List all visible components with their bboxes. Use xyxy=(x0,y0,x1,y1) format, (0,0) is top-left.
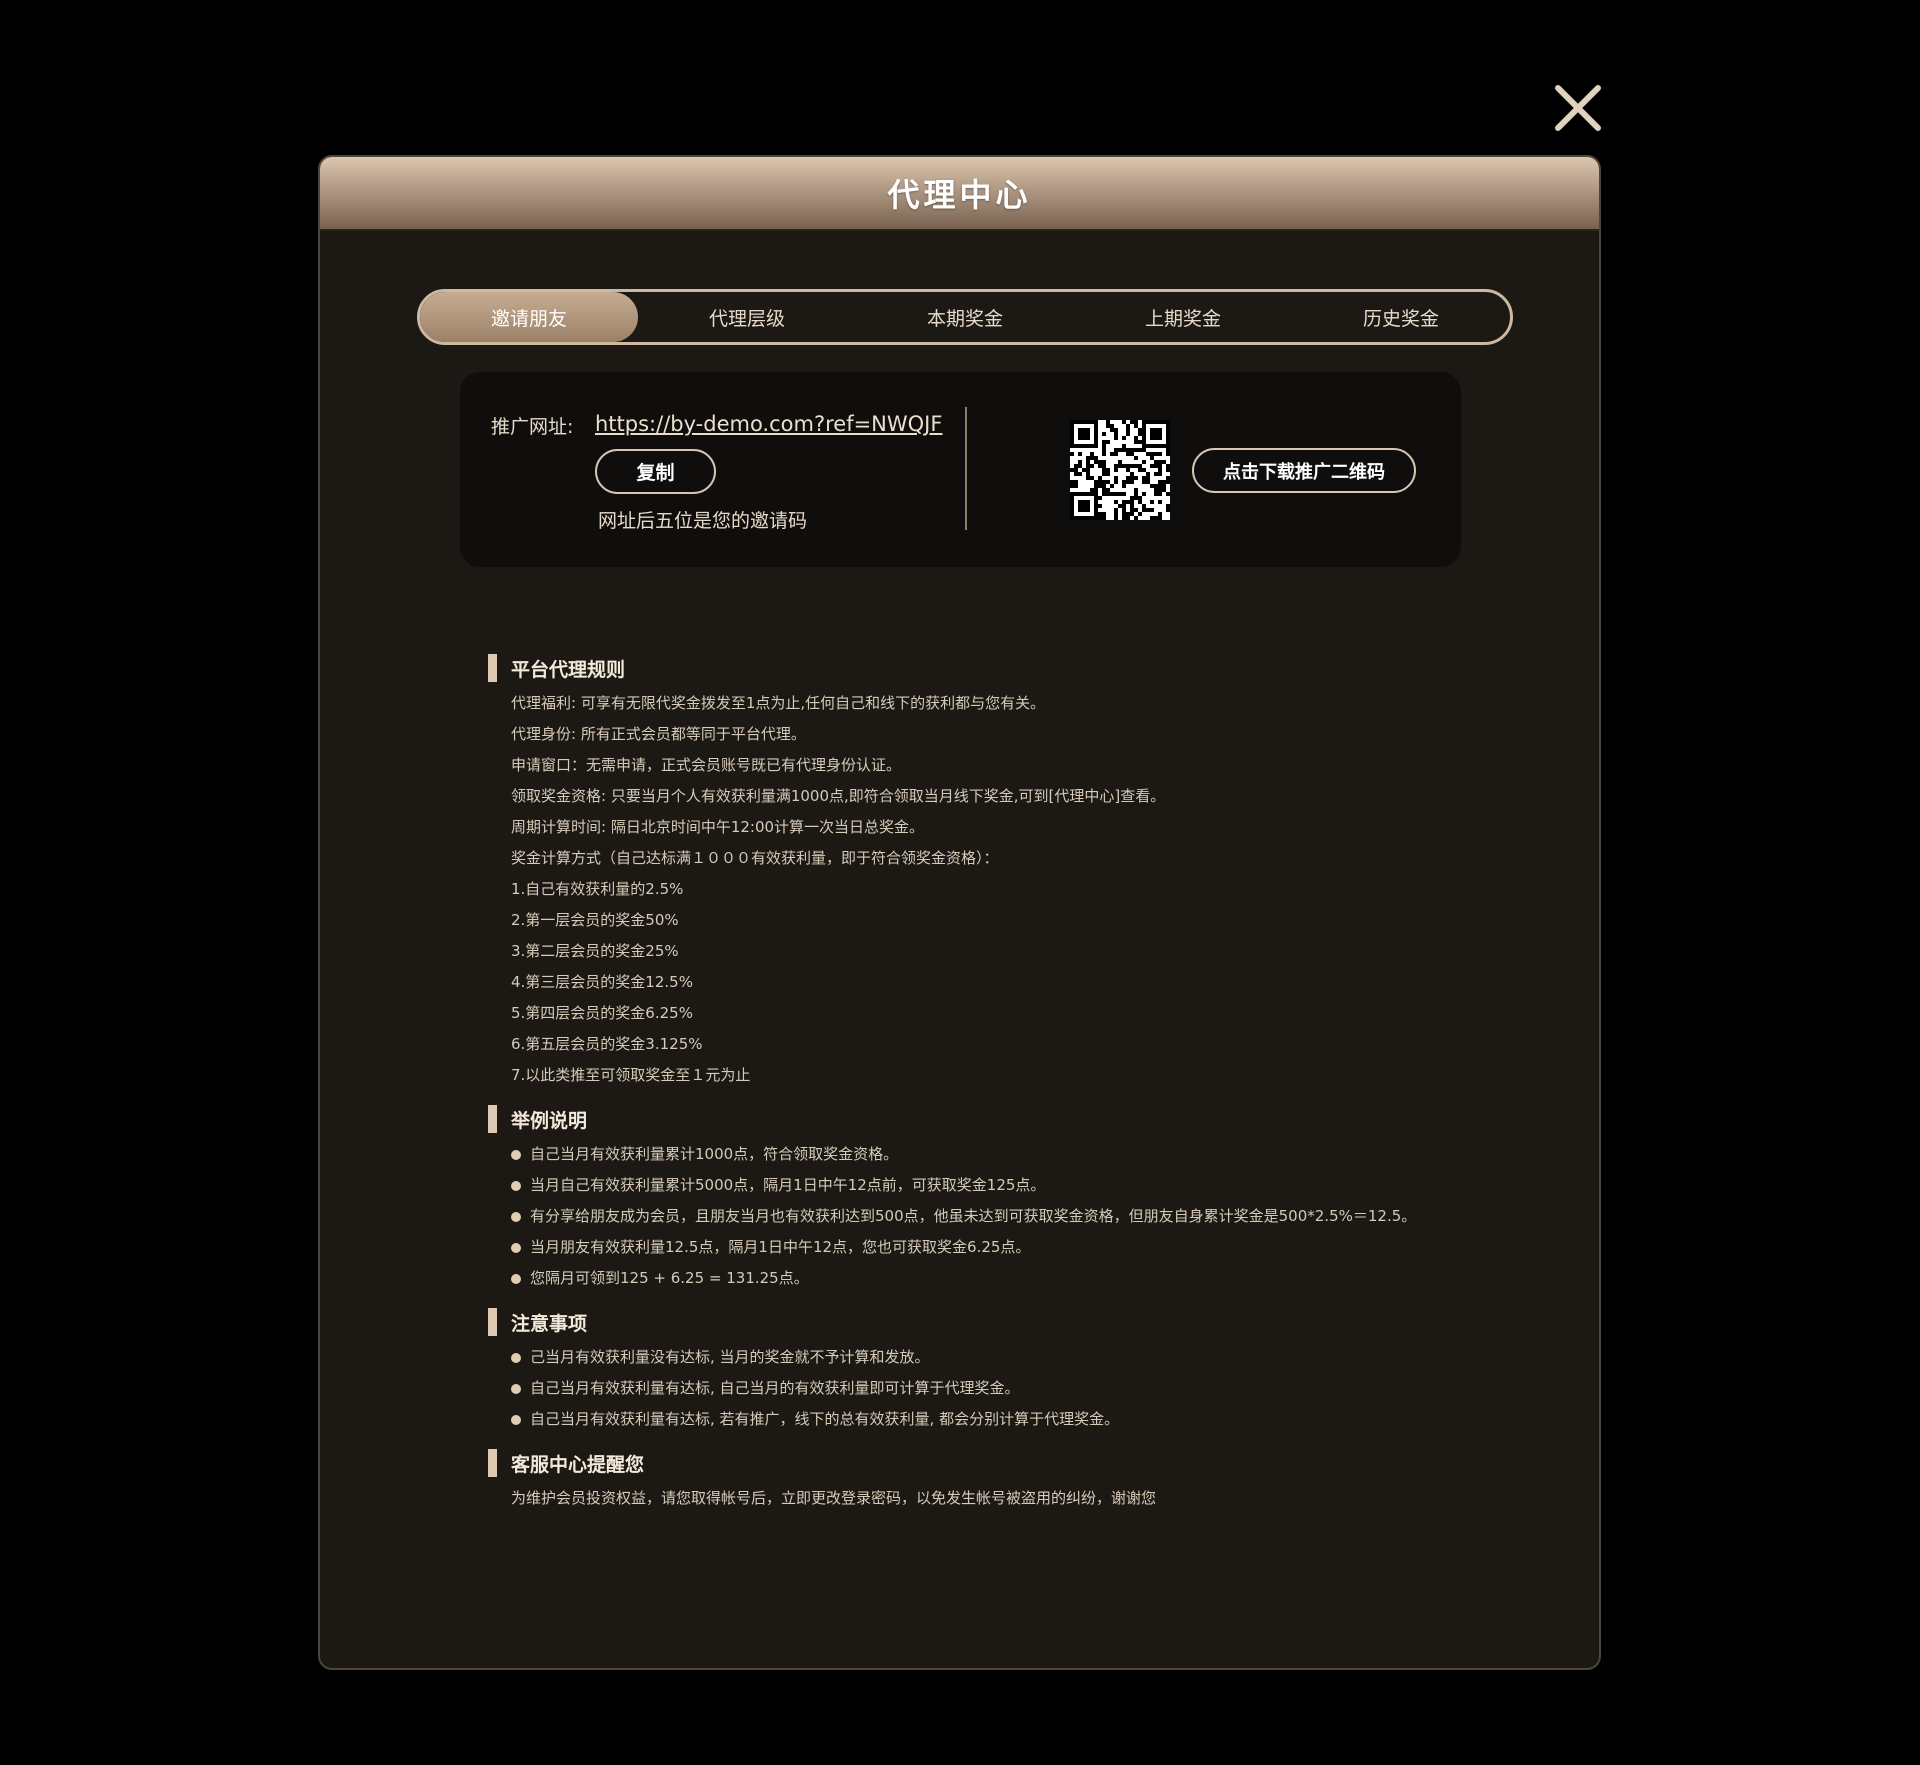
rule-line: 6.第五层会员的奖金3.125% xyxy=(511,1035,703,1053)
list-item: 自己当月有效获利量累计1000点，符合领取奖金资格。 xyxy=(488,1139,1538,1170)
section-notes: 注意事项 己当月有效获利量没有达标, 当月的奖金就不予计算和发放。 自己当月有效… xyxy=(488,1308,1538,1435)
section-examples: 举例说明 自己当月有效获利量累计1000点，符合领取奖金资格。 当月自己有效获利… xyxy=(488,1105,1538,1294)
rule-line: 奖金计算方式（自己达标满１０００有效获利量，即于符合领奖金资格）： xyxy=(511,849,999,867)
rule-line: 4.第三层会员的奖金12.5% xyxy=(511,973,693,991)
list-item-text: 您隔月可领到125 + 6.25 = 131.25点。 xyxy=(530,1269,809,1287)
tab-previous-bonus[interactable]: 上期奖金 xyxy=(1074,292,1292,342)
tab-history-bonus[interactable]: 历史奖金 xyxy=(1292,292,1510,342)
promo-url-label: 推广网址: xyxy=(491,416,574,438)
list-item-text: 当月自己有效获利量累计5000点，隔月1日中午12点前，可获取奖金125点。 xyxy=(530,1176,1046,1194)
list-item: 己当月有效获利量没有达标, 当月的奖金就不予计算和发放。 xyxy=(488,1342,1538,1373)
section-platform-rules: 平台代理规则 代理福利: 可享有无限代奖金拨发至1点为止,任何自己和线下的获利都… xyxy=(488,654,1538,1091)
section-title-text: 客服中心提醒您 xyxy=(511,1453,645,1476)
list-item-text: 自己当月有效获利量有达标, 自己当月的有效获利量即可计算于代理奖金。 xyxy=(530,1379,1020,1397)
list-item: 自己当月有效获利量有达标, 若有推广，线下的总有效获利量, 都会分别计算于代理奖… xyxy=(488,1404,1538,1435)
rule-line: 5.第四层会员的奖金6.25% xyxy=(511,1004,693,1022)
tab-current-bonus[interactable]: 本期奖金 xyxy=(856,292,1074,342)
list-item: 有分享给朋友成为会员，且朋友当月也有效获利达到500点，他虽未达到可获取奖金资格… xyxy=(488,1201,1538,1232)
list-item-text: 有分享给朋友成为会员，且朋友当月也有效获利达到500点，他虽未达到可获取奖金资格… xyxy=(530,1207,1417,1225)
rule-line: 3.第二层会员的奖金25% xyxy=(511,942,679,960)
list-item: 当月朋友有效获利量12.5点，隔月1日中午12点，您也可获取奖金6.25点。 xyxy=(488,1232,1538,1263)
modal-title: 代理中心 xyxy=(887,176,1032,214)
section-title: 客服中心提醒您 xyxy=(488,1449,1538,1477)
list-item-text: 己当月有效获利量没有达标, 当月的奖金就不予计算和发放。 xyxy=(530,1348,930,1366)
section-title: 平台代理规则 xyxy=(488,654,1538,682)
bullet-icon xyxy=(511,1242,521,1253)
copy-button[interactable]: 复制 xyxy=(595,449,716,494)
rule-line: 为维护会员投资权益，请您取得帐号后，立即更改登录密码，以免发生帐号被盗用的纠纷，… xyxy=(511,1489,1157,1507)
bullet-icon xyxy=(511,1383,521,1394)
bullet-icon xyxy=(511,1149,521,1160)
section-marker xyxy=(488,1105,497,1133)
tab-bar: 邀请朋友 代理层级 本期奖金 上期奖金 历史奖金 xyxy=(417,289,1513,345)
section-support-reminder: 客服中心提醒您 为维护会员投资权益，请您取得帐号后，立即更改登录密码，以免发生帐… xyxy=(488,1449,1538,1514)
rule-line: 代理福利: 可享有无限代奖金拨发至1点为止,任何自己和线下的获利都与您有关。 xyxy=(511,694,1046,712)
rule-line: 2.第一层会员的奖金50% xyxy=(511,911,679,929)
bullet-icon xyxy=(511,1273,521,1284)
section-title-text: 平台代理规则 xyxy=(511,658,626,681)
download-qr-button[interactable]: 点击下载推广二维码 xyxy=(1192,448,1416,493)
rule-line: 代理身份: 所有正式会员都等同于平台代理。 xyxy=(511,725,806,743)
agent-center-modal: 代理中心 邀请朋友 代理层级 本期奖金 上期奖金 历史奖金 推广网址: http… xyxy=(318,155,1601,1670)
rule-line: 1.自己有效获利量的2.5% xyxy=(511,880,684,898)
list-item-text: 自己当月有效获利量有达标, 若有推广，线下的总有效获利量, 都会分别计算于代理奖… xyxy=(530,1410,1120,1428)
section-title-text: 注意事项 xyxy=(511,1312,588,1335)
list-item: 当月自己有效获利量累计5000点，隔月1日中午12点前，可获取奖金125点。 xyxy=(488,1170,1538,1201)
tab-invite-friends[interactable]: 邀请朋友 xyxy=(420,292,638,342)
list-item: 自己当月有效获利量有达标, 自己当月的有效获利量即可计算于代理奖金。 xyxy=(488,1373,1538,1404)
rule-line: 领取奖金资格: 只要当月个人有效获利量满1000点,即符合领取当月线下奖金,可到… xyxy=(511,787,1166,805)
promo-url-link[interactable]: https://by-demo.com?ref=NWQJF xyxy=(595,412,942,436)
section-marker xyxy=(488,654,497,682)
bullet-icon xyxy=(511,1414,521,1425)
rule-line: 7.以此类推至可领取奖金至１元为止 xyxy=(511,1066,751,1084)
invite-code-hint: 网址后五位是您的邀请码 xyxy=(598,510,808,532)
divider xyxy=(965,407,967,530)
section-title: 举例说明 xyxy=(488,1105,1538,1133)
close-icon xyxy=(1555,85,1601,131)
section-marker xyxy=(488,1308,497,1336)
close-button[interactable] xyxy=(1548,78,1608,138)
tab-agent-levels[interactable]: 代理层级 xyxy=(638,292,856,342)
rule-line: 周期计算时间: 隔日北京时间中午12:00计算一次当日总奖金。 xyxy=(511,818,925,836)
bullet-icon xyxy=(511,1180,521,1191)
qr-code-icon xyxy=(1070,420,1170,520)
bullet-icon xyxy=(511,1352,521,1363)
section-title-text: 举例说明 xyxy=(511,1109,588,1132)
invite-card: 推广网址: https://by-demo.com?ref=NWQJF 复制 网… xyxy=(460,372,1461,567)
section-marker xyxy=(488,1449,497,1477)
modal-header: 代理中心 xyxy=(320,157,1599,231)
bullet-icon xyxy=(511,1211,521,1222)
rules-content: 平台代理规则 代理福利: 可享有无限代奖金拨发至1点为止,任何自己和线下的获利都… xyxy=(488,654,1538,1528)
rule-line: 申请窗口：无需申请，正式会员账号既已有代理身份认证。 xyxy=(511,756,902,774)
section-title: 注意事项 xyxy=(488,1308,1538,1336)
list-item: 您隔月可领到125 + 6.25 = 131.25点。 xyxy=(488,1263,1538,1294)
list-item-text: 当月朋友有效获利量12.5点，隔月1日中午12点，您也可获取奖金6.25点。 xyxy=(530,1238,1031,1256)
list-item-text: 自己当月有效获利量累计1000点，符合领取奖金资格。 xyxy=(530,1145,899,1163)
